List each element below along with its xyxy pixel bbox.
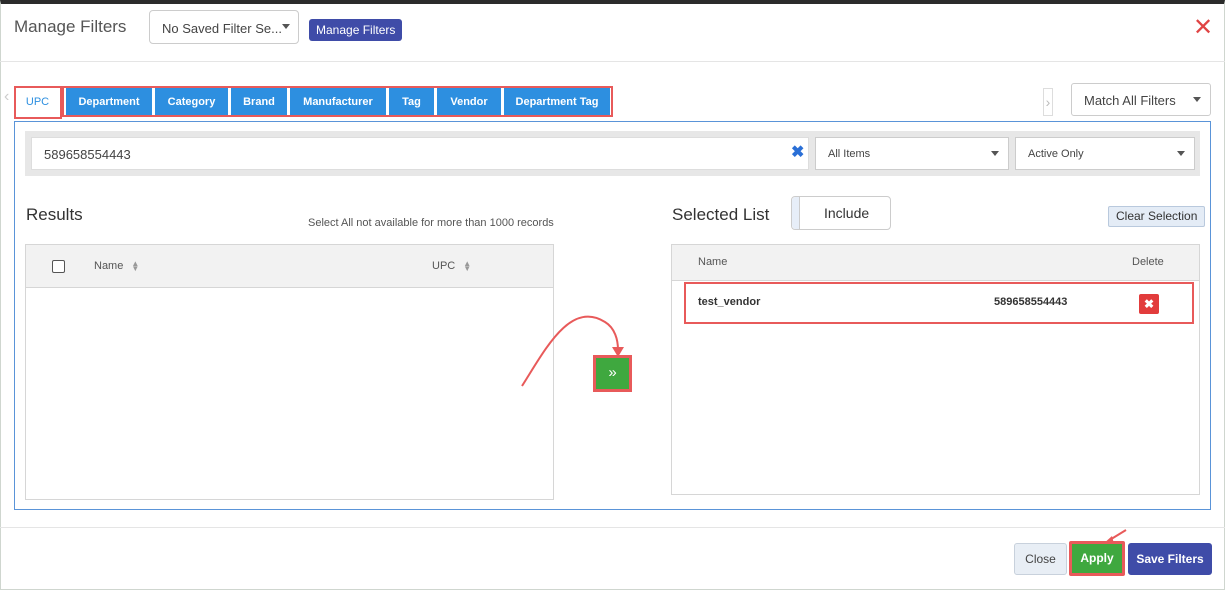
tab-brand[interactable]: Brand [231, 86, 287, 116]
selected-row-upc: 589658554443 [994, 296, 1068, 308]
tabs-next-icon[interactable]: › [1043, 88, 1053, 116]
delete-icon[interactable]: ✖ [1139, 294, 1159, 314]
tab-department[interactable]: Department [66, 86, 152, 116]
double-chevron-right-icon: » [608, 364, 617, 381]
saved-filter-value: No Saved Filter Se... [162, 21, 282, 36]
footer-divider [0, 527, 1225, 528]
clear-selection-button[interactable]: Clear Selection [1108, 206, 1206, 227]
selected-table-header: Name Delete [672, 245, 1199, 281]
selected-col-name: Name [698, 256, 728, 268]
apply-button[interactable]: Apply [1069, 541, 1125, 576]
sort-icon: ▲ ▼ [463, 259, 472, 274]
chevron-down-icon [1177, 151, 1185, 156]
sort-icon: ▲ ▼ [131, 259, 140, 274]
search-input[interactable]: 589658554443 [31, 137, 809, 170]
match-filters-value: Match All Filters [1084, 93, 1176, 108]
save-filters-button[interactable]: Save Filters [1128, 543, 1212, 575]
select-all-checkbox[interactable] [52, 260, 65, 273]
selected-row-name: test_vendor [698, 296, 761, 308]
results-col-name-label: Name [94, 260, 124, 272]
close-icon[interactable]: ✕ [1193, 16, 1213, 40]
chevron-down-icon [1193, 97, 1201, 102]
move-to-selected-button[interactable]: » [593, 355, 632, 392]
chevron-down-icon [991, 151, 999, 156]
tab-category[interactable]: Category [155, 86, 228, 116]
selected-list-title: Selected List [672, 205, 770, 224]
results-note: Select All not available for more than 1… [308, 217, 554, 229]
selected-table: Name Delete test_vendor 589658554443 ✖ [671, 244, 1200, 495]
items-filter-select[interactable]: All Items [815, 137, 1009, 170]
tabs-prev-icon[interactable]: ‹ [4, 88, 14, 116]
results-col-name[interactable]: Name ▲ ▼ [94, 259, 140, 274]
status-filter-select[interactable]: Active Only [1015, 137, 1195, 170]
results-col-upc-label: UPC [432, 260, 456, 272]
tab-tag[interactable]: Tag [389, 86, 434, 116]
modal-title: Manage Filters [14, 17, 127, 36]
include-toggle[interactable]: Include [791, 196, 891, 230]
table-row: test_vendor 589658554443 ✖ [684, 282, 1194, 324]
manage-filters-button[interactable]: Manage Filters [309, 19, 403, 41]
tab-vendor[interactable]: Vendor [437, 86, 501, 116]
toggle-knob [792, 197, 800, 229]
close-button[interactable]: Close [1014, 543, 1067, 575]
chevron-down-icon [282, 24, 290, 29]
tab-manufacturer[interactable]: Manufacturer [290, 86, 386, 116]
include-toggle-label: Include [824, 205, 870, 221]
tab-department-tag[interactable]: Department Tag [504, 86, 610, 116]
results-table-header: Name ▲ ▼ UPC ▲ ▼ [26, 245, 553, 288]
selected-col-delete: Delete [1132, 256, 1164, 268]
clear-search-icon[interactable]: ✖ [791, 143, 805, 163]
tab-upc[interactable]: UPC [14, 86, 61, 116]
results-col-upc[interactable]: UPC ▲ ▼ [432, 259, 472, 274]
match-filters-select[interactable]: Match All Filters [1071, 83, 1211, 116]
items-filter-value: All Items [828, 148, 871, 160]
status-filter-value: Active Only [1028, 148, 1084, 160]
saved-filter-select[interactable]: No Saved Filter Se... [149, 10, 299, 44]
results-title: Results [26, 205, 83, 224]
results-table: Name ▲ ▼ UPC ▲ ▼ [25, 244, 554, 500]
